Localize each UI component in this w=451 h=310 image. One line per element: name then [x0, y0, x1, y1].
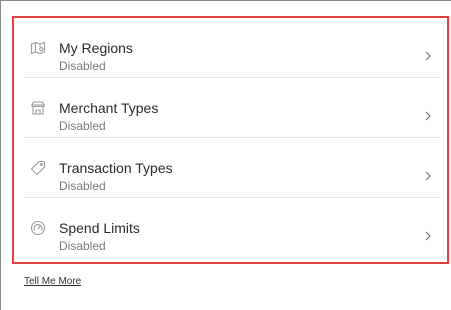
chevron-right-icon	[423, 49, 433, 63]
row-title: Merchant Types	[59, 100, 159, 116]
chevron-right-icon	[423, 109, 433, 123]
row-status: Disabled	[59, 239, 106, 253]
gauge-icon	[30, 220, 46, 236]
controls-card: My Regions Disabled Merchant Types Disab…	[12, 16, 449, 264]
row-merchant-types[interactable]: Merchant Types Disabled	[14, 78, 447, 138]
chevron-right-icon	[423, 169, 433, 183]
row-status: Disabled	[59, 179, 106, 193]
window-top-border	[0, 0, 451, 1]
row-title: My Regions	[59, 40, 133, 56]
row-transaction-types[interactable]: Transaction Types Disabled	[14, 138, 447, 198]
map-icon	[30, 40, 46, 56]
row-title: Spend Limits	[59, 220, 140, 236]
tell-me-more-link[interactable]: Tell Me More	[24, 276, 81, 287]
store-icon	[30, 100, 46, 116]
row-spend-limits[interactable]: Spend Limits Disabled	[14, 198, 447, 258]
row-status: Disabled	[59, 59, 106, 73]
window-left-border	[0, 0, 1, 310]
row-title: Transaction Types	[59, 160, 173, 176]
chevron-right-icon	[423, 229, 433, 243]
tag-icon	[30, 160, 46, 176]
row-my-regions[interactable]: My Regions Disabled	[14, 18, 447, 78]
row-status: Disabled	[59, 119, 106, 133]
